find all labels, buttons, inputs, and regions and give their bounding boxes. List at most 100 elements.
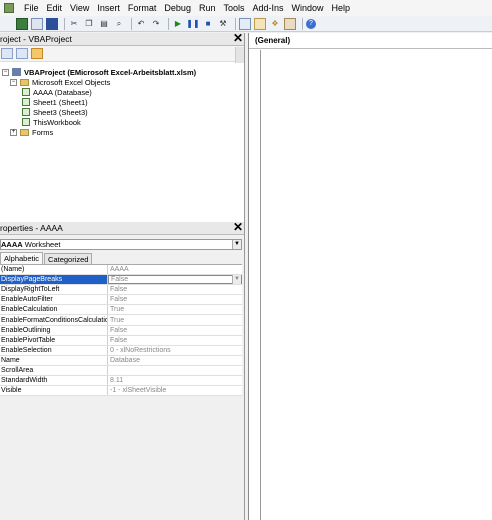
project-explorer-icon[interactable] — [239, 17, 251, 30]
design-mode-icon[interactable]: ⚒ — [217, 18, 229, 30]
tree-node-vbaproject[interactable]: − VBAProject (EMicrosoft Excel-Arbeitsbl… — [0, 67, 244, 77]
tree-node-label: ThisWorkbook — [33, 117, 81, 127]
help-icon[interactable]: ? — [306, 18, 316, 29]
menu-insert[interactable]: Insert — [93, 3, 124, 13]
menu-file[interactable]: File — [20, 3, 43, 13]
menu-window[interactable]: Window — [288, 3, 328, 13]
excel-app-icon[interactable] — [4, 3, 14, 13]
code-margin — [249, 50, 261, 520]
save-icon[interactable] — [46, 17, 58, 30]
collapse-icon[interactable]: − — [10, 78, 17, 86]
cut-icon[interactable]: ✂ — [68, 18, 80, 30]
property-row[interactable]: EnableSelection 0 - xlNoRestrictions — [0, 345, 242, 356]
menu-format[interactable]: Format — [124, 3, 161, 13]
chevron-down-icon[interactable]: ▼ — [232, 275, 241, 285]
property-value[interactable]: 8.11 — [108, 376, 242, 385]
property-value[interactable]: Database — [108, 356, 242, 365]
project-scroll-button[interactable] — [235, 47, 244, 63]
property-row[interactable]: Visible -1 - xlSheetVisible — [0, 386, 242, 397]
menu-view[interactable]: View — [66, 3, 93, 13]
find-icon[interactable]: ⌕ — [113, 18, 125, 30]
property-name: Name — [0, 355, 108, 365]
folder-icon — [20, 78, 29, 86]
toggle-folders-icon[interactable] — [31, 48, 43, 59]
properties-title: roperties - AAAA — [0, 223, 63, 233]
properties-panel: roperties - AAAA ✕ AAAA Worksheet ▼ Alph… — [0, 221, 245, 520]
menu-help[interactable]: Help — [328, 3, 355, 13]
tree-node-label: Sheet1 (Sheet1) — [33, 97, 88, 107]
object-browser-icon[interactable]: ❖ — [269, 18, 281, 30]
object-combo[interactable]: (General) — [255, 36, 290, 45]
worksheet-icon — [22, 98, 30, 106]
expand-icon[interactable]: + — [10, 128, 17, 136]
tree-node-sheet[interactable]: Sheet3 (Sheet3) — [0, 107, 244, 117]
property-name: StandardWidth — [0, 376, 108, 386]
tree-node-sheet[interactable]: AAAA (Database) — [0, 87, 244, 97]
property-value[interactable]: -1 - xlSheetVisible — [108, 386, 242, 395]
property-row[interactable]: StandardWidth 8.11 — [0, 376, 242, 387]
chevron-down-icon[interactable]: ▼ — [232, 240, 241, 249]
properties-window-icon[interactable] — [254, 17, 266, 30]
menu-add-ins[interactable]: Add-Ins — [248, 3, 287, 13]
property-row[interactable]: EnableFormatConditionsCalculation True — [0, 315, 242, 326]
properties-title-bar: roperties - AAAA ✕ — [0, 221, 244, 235]
property-value-text: False — [110, 336, 128, 344]
copy-icon[interactable]: ❐ — [83, 18, 95, 30]
menu-run[interactable]: Run — [195, 3, 220, 13]
property-value-text: 0 - xlNoRestrictions — [110, 346, 171, 354]
view-excel-icon[interactable] — [16, 17, 28, 30]
property-value-text: True — [110, 316, 125, 324]
run-icon[interactable]: ▶ — [172, 18, 184, 30]
close-project-explorer-icon[interactable]: ✕ — [232, 32, 244, 45]
close-properties-icon[interactable]: ✕ — [232, 221, 244, 234]
break-icon[interactable]: ❚❚ — [186, 18, 199, 30]
reset-icon[interactable]: ■ — [202, 18, 214, 30]
tree-node-label: Sheet3 (Sheet3) — [33, 107, 88, 117]
property-row[interactable]: EnableOutlining False — [0, 325, 242, 336]
toolbox-icon[interactable] — [284, 17, 296, 30]
tree-node-excel-objects[interactable]: − Microsoft Excel Objects — [0, 77, 244, 87]
view-code-icon[interactable] — [1, 48, 13, 59]
redo-icon[interactable]: ↷ — [150, 18, 162, 30]
property-value[interactable]: AAAA — [108, 265, 242, 274]
menu-debug[interactable]: Debug — [160, 3, 195, 13]
property-row[interactable]: EnableCalculation True — [0, 305, 242, 316]
tree-node-sheet[interactable]: Sheet1 (Sheet1) — [0, 97, 244, 107]
undo-icon[interactable]: ↶ — [135, 18, 147, 30]
property-name: EnableAutoFilter — [0, 295, 108, 305]
property-value[interactable]: False — [108, 295, 242, 304]
tree-node-forms[interactable]: + Forms — [0, 127, 244, 137]
tab-categorized[interactable]: Categorized — [44, 253, 93, 264]
paste-icon[interactable]: ▤ — [98, 18, 110, 30]
view-object-icon[interactable] — [16, 48, 28, 59]
property-value[interactable]: False — [108, 285, 242, 294]
property-value[interactable]: 0 - xlNoRestrictions — [108, 346, 242, 355]
menu-tools[interactable]: Tools — [219, 3, 248, 13]
property-row[interactable]: EnablePivotTable False — [0, 335, 242, 346]
property-value[interactable] — [108, 366, 242, 375]
tab-alphabetic[interactable]: Alphabetic — [0, 252, 44, 264]
workbook-icon — [22, 118, 30, 126]
menu-bar: File Edit View Insert Format Debug Run T… — [0, 0, 492, 16]
property-value-text: AAAA — [110, 266, 129, 274]
property-value-text: False — [110, 286, 128, 294]
property-row[interactable]: DisplayPageBreaks False ▼ — [0, 275, 242, 286]
toolbar-separator — [235, 17, 236, 30]
property-value[interactable]: True — [108, 305, 242, 314]
menu-edit[interactable]: Edit — [43, 3, 67, 13]
property-row[interactable]: ScrollArea — [0, 365, 242, 377]
tree-node-label: AAAA (Database) — [33, 87, 92, 97]
property-value[interactable]: False — [108, 326, 242, 335]
properties-tabs: Alphabetic Categorized — [0, 252, 244, 264]
property-value[interactable]: True — [108, 315, 242, 324]
property-row[interactable]: (Name) AAAA — [0, 265, 242, 276]
property-row[interactable]: DisplayRightToLeft False — [0, 285, 242, 296]
property-row[interactable]: Name Database — [0, 355, 242, 366]
object-dropdown[interactable]: AAAA Worksheet ▼ — [0, 239, 242, 250]
insert-module-icon[interactable] — [31, 17, 43, 30]
collapse-icon[interactable]: − — [2, 68, 9, 76]
property-value[interactable]: False ▼ — [108, 275, 242, 285]
property-row[interactable]: EnableAutoFilter False — [0, 295, 242, 306]
property-value[interactable]: False — [108, 336, 242, 345]
tree-node-workbook[interactable]: ThisWorkbook — [0, 117, 244, 127]
